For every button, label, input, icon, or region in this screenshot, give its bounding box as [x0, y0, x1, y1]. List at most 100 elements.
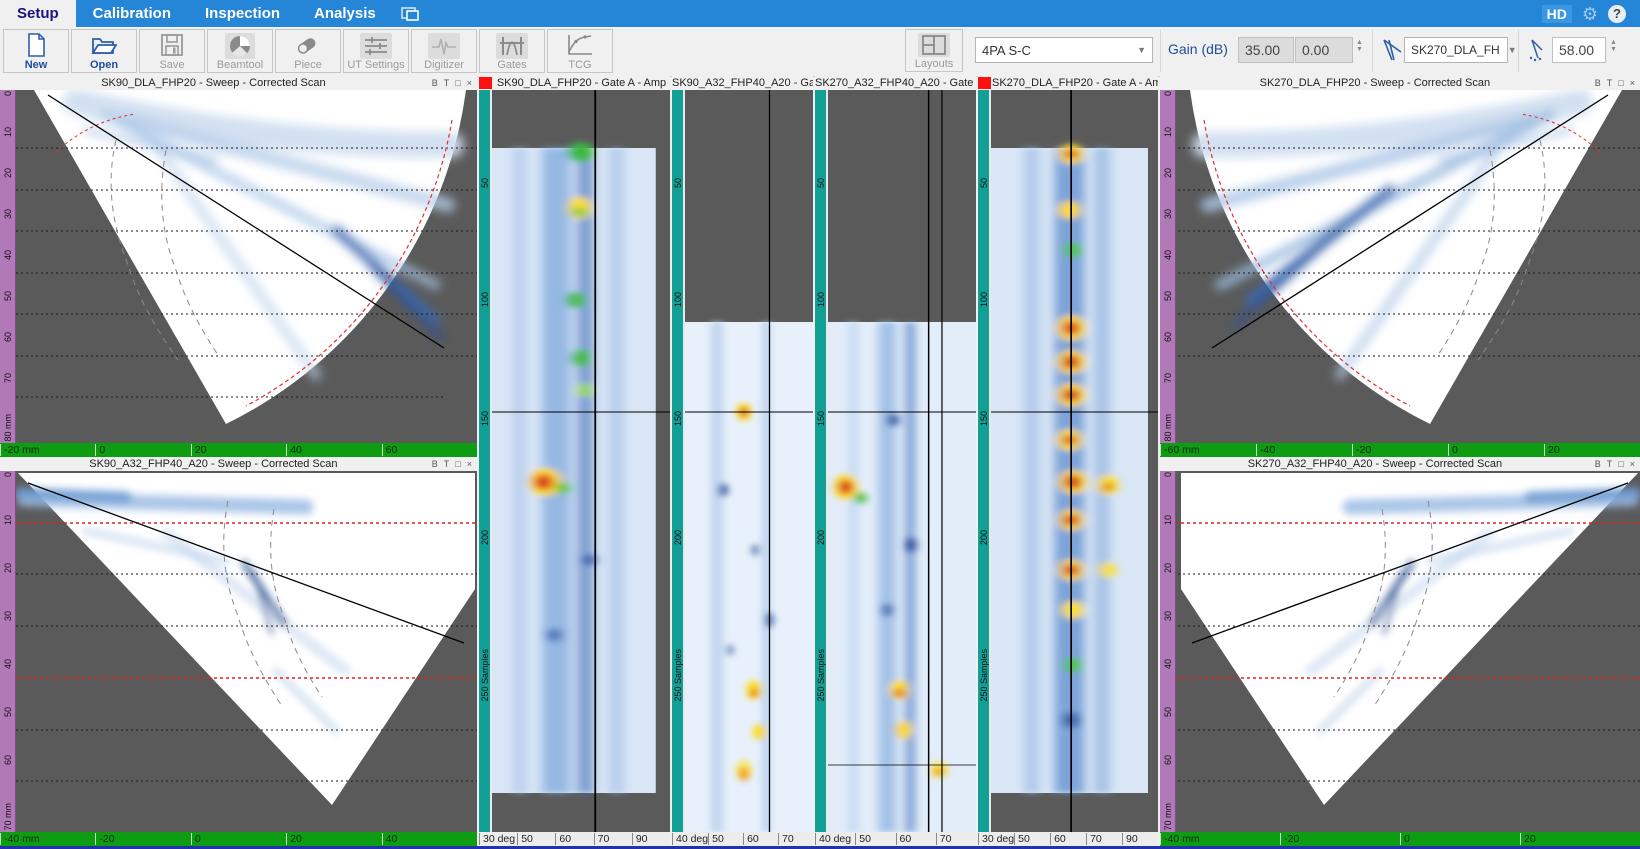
application-window: Setup Calibration Inspection Analysis HD… [0, 0, 1640, 849]
window-controls: BT □ × [427, 78, 477, 88]
window-control-button[interactable]: × [1630, 78, 1635, 88]
panel-strip-2: SK90_A32_FHP40_A20 - Gate A - Amp 501001… [672, 76, 813, 846]
samples-ruler[interactable]: 50100150200250 Samples [479, 90, 492, 832]
panel-title: SK90_A32_FHP40_A20 - Gate A - Amp [672, 77, 813, 89]
angle-value-field[interactable]: 58.00 [1552, 37, 1606, 63]
window-control-button[interactable]: × [1630, 459, 1635, 469]
depth-ruler[interactable]: 010203040506070 mm [0, 471, 16, 832]
panel-title-bar[interactable]: SK90_DLA_FHP20 - Sweep - Corrected Scan … [0, 76, 477, 90]
bscan-view[interactable] [991, 90, 1158, 832]
digitizer-button[interactable]: Digitizer [411, 29, 477, 73]
depth-ruler[interactable]: 01020304050607080 mm [1160, 90, 1176, 443]
tab-inspection[interactable]: Inspection [188, 0, 297, 27]
panel-title-bar[interactable]: SK270_DLA_FHP20 - Gate A - Amp [978, 76, 1158, 90]
hd-badge: HD [1542, 5, 1572, 23]
panel-top-left-sector: SK90_DLA_FHP20 - Sweep - Corrected Scan … [0, 76, 477, 457]
new-button[interactable]: New [3, 29, 69, 73]
beam-angle-icon [1381, 38, 1403, 62]
sector-scan-view[interactable] [1176, 471, 1640, 832]
samples-ruler[interactable]: 50100150200250 Samples [815, 90, 828, 832]
toolbar-divider [1372, 30, 1373, 72]
beamtool-button[interactable]: Beamtool [207, 29, 273, 73]
toolbar-divider [1160, 30, 1161, 72]
scan-axis-ruler[interactable]: -40 mm-2002040 [0, 832, 477, 846]
angle-ruler[interactable]: 30 deg50607090 [479, 832, 670, 846]
window-control-button[interactable]: □ [1618, 459, 1623, 469]
scan-axis-ruler[interactable]: -40 mm-20020 [1160, 832, 1640, 846]
save-disk-icon [160, 33, 184, 57]
window-control-button[interactable]: B [1595, 78, 1601, 88]
sliders-icon [360, 33, 392, 59]
window-control-button[interactable]: □ [455, 459, 460, 469]
angle-ruler[interactable]: 40 deg506070 [815, 832, 976, 846]
window-controls: BT □ × [427, 459, 477, 469]
scan-axis-ruler[interactable]: -20 mm0204060 [0, 443, 477, 457]
open-button[interactable]: Open [71, 29, 137, 73]
depth-ruler[interactable]: 010203040506070 mm [1160, 471, 1176, 832]
layout-window-icon[interactable] [399, 0, 421, 27]
open-folder-icon [91, 33, 117, 57]
panel-bottom-left-sector: SK90_A32_FHP40_A20 - Sweep - Corrected S… [0, 457, 477, 846]
chevron-down-icon: ▼ [1508, 45, 1517, 55]
window-control-button[interactable]: T [444, 78, 450, 88]
panel-title: SK90_A32_FHP40_A20 - Sweep - Corrected S… [0, 458, 427, 470]
help-icon[interactable]: ? [1608, 5, 1626, 23]
panel-title: SK270_DLA_FHP20 - Gate A - Amp [992, 77, 1158, 89]
focal-law-select[interactable]: SK270_DLA_FH ▼ [1404, 37, 1508, 63]
layouts-button[interactable]: Layouts [905, 29, 963, 72]
gates-button[interactable]: Gates [479, 29, 545, 73]
gain-value-field[interactable]: 35.00 [1238, 37, 1294, 63]
window-control-button[interactable]: × [467, 459, 472, 469]
panel-title-bar[interactable]: SK90_A32_FHP40_A20 - Sweep - Corrected S… [0, 457, 477, 471]
layout-preset-select[interactable]: 4PA S-C ▼ [975, 37, 1153, 63]
window-control-button[interactable]: × [467, 78, 472, 88]
ut-settings-button[interactable]: UT Settings [343, 29, 409, 73]
panel-title-bar[interactable]: SK90_DLA_FHP20 - Gate A - Amp [479, 76, 670, 90]
window-control-button[interactable]: B [1595, 459, 1601, 469]
panel-strip-4: SK270_DLA_FHP20 - Gate A - Amp 501001502… [978, 76, 1158, 846]
panel-top-right-sector: SK270_DLA_FHP20 - Sweep - Corrected Scan… [1160, 76, 1640, 457]
window-control-button[interactable]: B [432, 78, 438, 88]
panel-title: SK270_DLA_FHP20 - Sweep - Corrected Scan [1160, 77, 1590, 89]
bscan-view[interactable] [492, 90, 670, 832]
save-button[interactable]: Save [139, 29, 205, 73]
alarm-indicator [479, 77, 492, 89]
tab-analysis[interactable]: Analysis [297, 0, 393, 27]
angle-ruler[interactable]: 30 deg50607090 [978, 832, 1158, 846]
scan-axis-ruler[interactable]: -60 mm-40-20020 [1160, 443, 1640, 457]
panel-title-bar[interactable]: SK270_DLA_FHP20 - Sweep - Corrected Scan… [1160, 76, 1640, 90]
panel-strip-1: SK90_DLA_FHP20 - Gate A - Amp 5010015020… [479, 76, 670, 846]
sector-scan-view[interactable] [16, 471, 477, 832]
window-control-button[interactable]: □ [455, 78, 460, 88]
panel-title-bar[interactable]: SK90_A32_FHP40_A20 - Gate A - Amp [672, 76, 813, 90]
window-control-button[interactable]: B [432, 459, 438, 469]
angle-spinner[interactable]: ▲▼ [1608, 39, 1619, 53]
window-control-button[interactable]: T [1607, 459, 1613, 469]
gates-icon [496, 33, 528, 59]
window-control-button[interactable]: T [444, 459, 450, 469]
bscan-view[interactable] [828, 90, 976, 832]
window-control-button[interactable]: T [1607, 78, 1613, 88]
panel-title-bar[interactable]: SK270_A32_FHP40_A20 - Sweep - Corrected … [1160, 457, 1640, 471]
window-control-button[interactable]: □ [1618, 78, 1623, 88]
samples-ruler[interactable]: 50100150200250 Samples [978, 90, 991, 832]
tcg-button[interactable]: TCG [547, 29, 613, 73]
waveform-icon [428, 33, 460, 59]
layouts-grid-icon [918, 33, 950, 57]
gain-offset-field[interactable]: 0.00 [1295, 37, 1353, 63]
angle-ruler[interactable]: 40 deg506070 [672, 832, 813, 846]
depth-ruler[interactable]: 01020304050607080 mm [0, 90, 16, 443]
samples-ruler[interactable]: 50100150200250 Samples [672, 90, 685, 832]
beamtool-icon [225, 33, 255, 59]
gear-icon[interactable]: ⚙ [1582, 5, 1598, 23]
sector-scan-view[interactable] [16, 90, 477, 443]
tab-calibration[interactable]: Calibration [76, 0, 188, 27]
toolbar: New Open Save Beamtool [0, 27, 1640, 77]
sector-scan-view[interactable] [1176, 90, 1640, 443]
bscan-view[interactable] [685, 90, 813, 832]
piece-button[interactable]: Piece [275, 29, 341, 73]
panel-title: SK270_A32_FHP40_A20 - Sweep - Corrected … [1160, 458, 1590, 470]
tab-setup[interactable]: Setup [0, 0, 76, 27]
panel-title-bar[interactable]: SK270_A32_FHP40_A20 - Gate A - Amp [815, 76, 976, 90]
gain-spinner[interactable]: ▲▼ [1354, 39, 1365, 53]
